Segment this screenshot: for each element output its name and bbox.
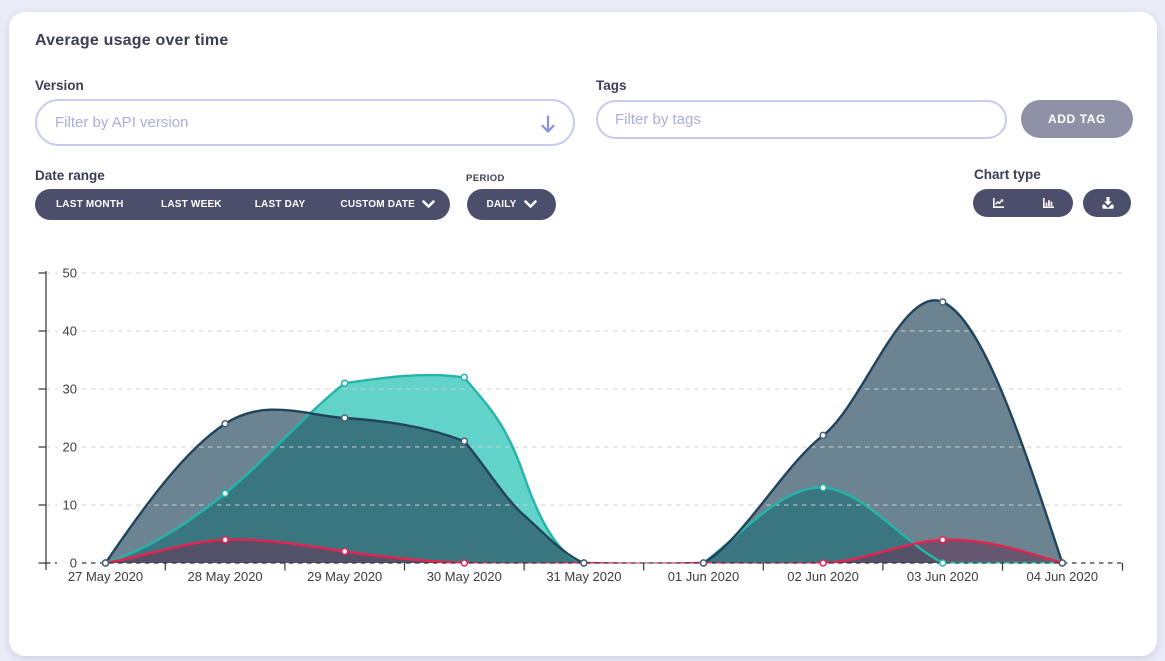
svg-text:31 May 2020: 31 May 2020 bbox=[546, 569, 621, 584]
svg-text:03 Jun 2020: 03 Jun 2020 bbox=[907, 569, 979, 584]
svg-text:28 May 2020: 28 May 2020 bbox=[188, 569, 263, 584]
svg-text:27 May 2020: 27 May 2020 bbox=[68, 569, 143, 584]
svg-text:01 Jun 2020: 01 Jun 2020 bbox=[668, 569, 740, 584]
svg-text:20: 20 bbox=[63, 440, 77, 455]
svg-text:29 May 2020: 29 May 2020 bbox=[307, 569, 382, 584]
svg-text:02 Jun 2020: 02 Jun 2020 bbox=[787, 569, 859, 584]
svg-text:40: 40 bbox=[63, 324, 77, 339]
svg-text:04 Jun 2020: 04 Jun 2020 bbox=[1027, 569, 1099, 584]
svg-text:30 May 2020: 30 May 2020 bbox=[427, 569, 502, 584]
svg-text:10: 10 bbox=[63, 498, 77, 513]
svg-text:50: 50 bbox=[63, 266, 77, 281]
svg-text:30: 30 bbox=[63, 382, 77, 397]
